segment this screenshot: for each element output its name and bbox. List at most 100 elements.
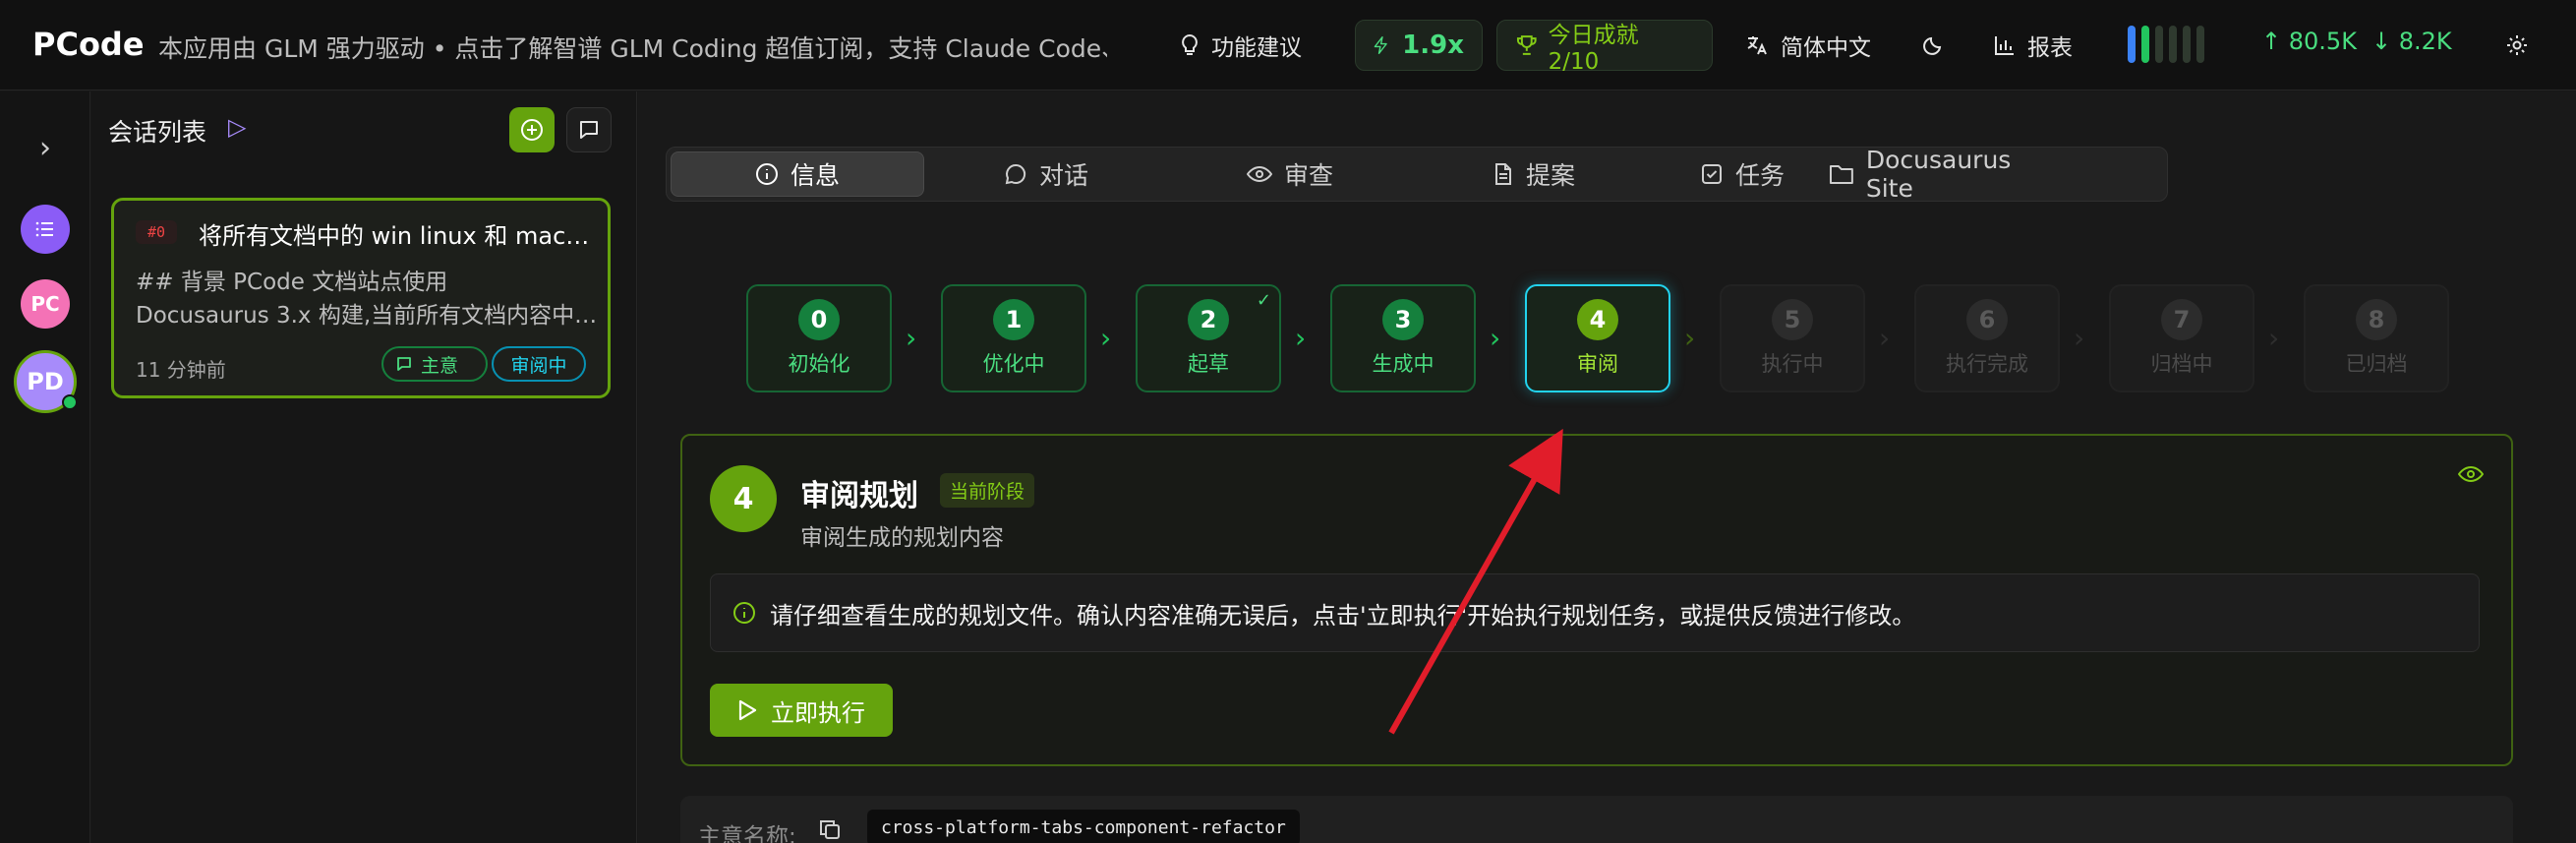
achievement-badge[interactable]: 今日成就 2/10 (1496, 20, 1713, 75)
step-3[interactable]: 3 生成中 (1330, 284, 1476, 392)
speed-value: 1.9x (1402, 30, 1464, 60)
step-1[interactable]: 1 优化中 (941, 284, 1086, 392)
arrow-down-icon: ↓ (2371, 28, 2392, 55)
tab-review[interactable]: 审查 (1168, 151, 1412, 197)
step-number: 4 (1577, 299, 1618, 340)
step-8[interactable]: 8 已归档 (2304, 284, 2449, 392)
chevron-right-icon: › (1100, 322, 1112, 354)
list-app-icon[interactable] (21, 205, 70, 254)
gear-icon (2507, 35, 2527, 55)
tab-docusaurus-site[interactable]: Docusaurus Site (1829, 146, 2065, 203)
idea-name-value: cross-platform-tabs-component-refactor (867, 810, 1300, 843)
copy-icon (820, 820, 840, 839)
activity-bars[interactable] (2128, 26, 2204, 63)
chart-icon (1995, 36, 2014, 55)
download-value: 8.2K (2398, 28, 2452, 55)
lightning-icon (1374, 36, 1387, 54)
preview-line: ## 背景 PCode 文档站点使用 (136, 270, 448, 295)
status-badge: 审阅中 (492, 346, 586, 382)
translate-icon (1747, 36, 1767, 55)
conversation-list-title: 会话列表 (108, 118, 207, 147)
theme-toggle[interactable] (1922, 22, 1956, 69)
achievement-label: 今日成就 2/10 (1548, 23, 1639, 75)
step-5[interactable]: 5 执行中 (1720, 284, 1865, 392)
step-label: 执行完成 (1946, 352, 2028, 376)
play-icon[interactable]: ▷ (228, 113, 246, 141)
step-0[interactable]: 0 初始化 (746, 284, 892, 392)
feedback-label: 功能建议 (1211, 35, 1302, 61)
step-number: 8 (2356, 299, 2397, 340)
tab-label: Docusaurus Site (1865, 146, 2012, 203)
chat-icon (1005, 163, 1026, 185)
avatar-pc[interactable]: PC (21, 279, 70, 329)
topic-tag[interactable]: 主意 (381, 346, 488, 382)
upload-value: 80.5K (2288, 28, 2357, 55)
step-number: 3 (1382, 299, 1424, 340)
tab-chat[interactable]: 对话 (924, 151, 1168, 197)
tab-label: 提案 (1525, 161, 1575, 190)
step-number: 0 (798, 299, 840, 340)
step-2[interactable]: ✓ 2 起草 (1136, 284, 1281, 392)
alert-text: 请仔细查看生成的规划文件。确认内容准确无误后，点击'立即执行'开始执行规划任务，… (770, 601, 1916, 630)
tab-info[interactable]: 信息 (671, 151, 924, 197)
step-label: 优化中 (982, 352, 1045, 376)
chevron-right-icon: › (1295, 322, 1307, 354)
step-number: 2 (1188, 299, 1229, 340)
step-6[interactable]: 6 执行完成 (1914, 284, 2060, 392)
review-instruction-alert: 请仔细查看生成的规划文件。确认内容准确无误后，点击'立即执行'开始执行规划任务，… (710, 573, 2480, 652)
chevron-right-icon: › (39, 131, 51, 165)
report-label: 报表 (2027, 35, 2073, 61)
preview-button[interactable] (2457, 463, 2485, 489)
play-icon (738, 699, 757, 721)
language-switcher[interactable]: 简体中文 (1745, 22, 1871, 69)
tab-tasks[interactable]: 任务 (1656, 151, 1829, 197)
eye-icon (2457, 465, 2485, 483)
checkbox-icon (1701, 164, 1722, 184)
step-label: 归档中 (2150, 352, 2213, 376)
main-content: 信息 对话 审查 提案 任务 Docusaurus Site 0 初始化 › 1… (638, 91, 2576, 843)
feedback-button[interactable]: 功能建议 (1180, 22, 1302, 69)
step-label: 审阅 (1577, 352, 1618, 376)
activity-bar (2141, 26, 2149, 63)
tab-proposal[interactable]: 提案 (1412, 151, 1656, 197)
left-rail: › PC PD (0, 91, 90, 843)
report-button[interactable]: 报表 (1994, 22, 2073, 69)
app-brand[interactable]: PCode (32, 26, 145, 63)
tab-label: 对话 (1038, 161, 1088, 190)
execute-now-button[interactable]: 立即执行 (710, 684, 893, 737)
step-number: 5 (1772, 299, 1813, 340)
chevron-right-icon: › (906, 322, 917, 354)
activity-bar (2183, 26, 2191, 63)
step-label: 已归档 (2345, 352, 2408, 376)
expand-rail-button[interactable]: › (28, 131, 63, 166)
idea-details: 主意名称: cross-platform-tabs-component-refa… (680, 796, 2513, 843)
tab-label: 信息 (790, 161, 840, 190)
eye-icon (1246, 165, 1272, 183)
tab-label: 任务 (1734, 161, 1785, 190)
step-label: 生成中 (1372, 352, 1434, 376)
trophy-icon (1516, 35, 1537, 55)
stage-subtitle: 审阅生成的规划内容 (800, 525, 1004, 551)
new-conversation-button[interactable] (509, 107, 555, 152)
step-label: 起草 (1188, 352, 1229, 376)
info-icon (755, 163, 778, 185)
step-4-current[interactable]: 4 审阅 (1525, 284, 1670, 392)
conversation-card[interactable]: #0 将所有文档中的 win linux 和 mac 平台分别说明改造成标签页组… (111, 198, 611, 398)
stage-number: 4 (710, 465, 777, 532)
check-icon: ✓ (1256, 290, 1271, 311)
speed-badge[interactable]: 1.9x (1355, 20, 1483, 71)
document-icon (1494, 163, 1511, 185)
chevron-right-icon: › (1879, 322, 1891, 354)
copy-button[interactable] (818, 817, 842, 843)
conversation-sidebar: 会话列表 ▷ #0 将所有文档中的 win linux 和 mac 平台分别说明… (91, 91, 637, 843)
conversation-preview: ## 背景 PCode 文档站点使用 Docusaurus 3.x 构建,当前所… (136, 266, 598, 332)
step-7[interactable]: 7 归档中 (2109, 284, 2254, 392)
moon-icon (1923, 36, 1942, 55)
activity-bar (2169, 26, 2177, 63)
arrow-up-icon: ↑ (2261, 28, 2282, 55)
chat-view-button[interactable] (566, 107, 612, 152)
promo-notice[interactable]: 本应用由 GLM 强力驱动 • 点击了解智谱 GLM Coding 超值订阅，支… (158, 30, 1107, 65)
settings-button[interactable] (2505, 22, 2541, 69)
execute-now-label: 立即执行 (771, 698, 865, 727)
info-icon (733, 602, 755, 624)
